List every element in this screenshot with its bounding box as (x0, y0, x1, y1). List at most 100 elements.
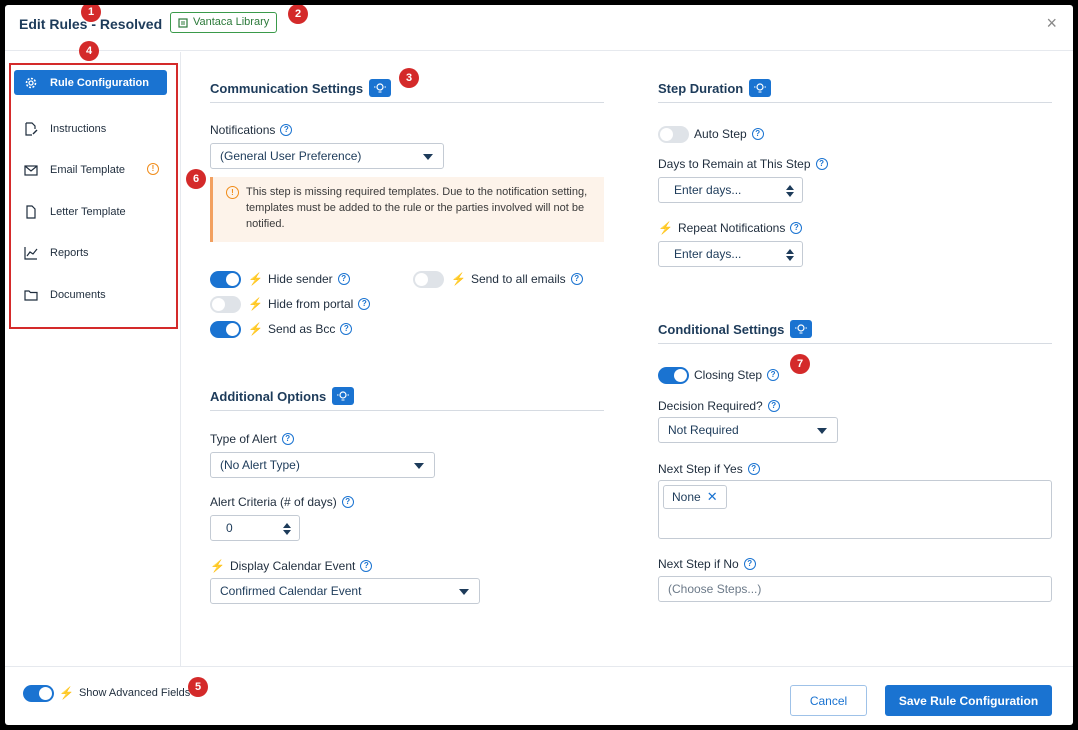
sidebar-item-label: Documents (50, 288, 106, 301)
modal-footer: ⚡ Show Advanced Fields Cancel Save Rule C… (5, 666, 1073, 725)
close-icon[interactable]: × (1046, 13, 1057, 34)
next-step-no-multiselect[interactable]: (Choose Steps...) (658, 576, 1052, 602)
section-title-text: Conditional Settings (658, 321, 785, 337)
label-text: Days to Remain at This Step (658, 157, 811, 171)
select-value: Confirmed Calendar Event (220, 584, 362, 598)
toggle-text: Hide sender (267, 272, 333, 286)
lightbulb-icon[interactable] (749, 79, 772, 97)
help-icon[interactable]: ? (360, 560, 373, 572)
step-duration-title: Step Duration (658, 79, 772, 97)
help-icon[interactable]: ? (743, 558, 756, 570)
stepper-value: 0 (226, 521, 233, 535)
send-as-bcc-toggle[interactable] (210, 321, 241, 338)
help-icon[interactable]: ? (340, 323, 353, 335)
sidebar-item-instructions[interactable]: Instructions (14, 116, 167, 141)
bolt-icon: ⚡ (658, 221, 673, 235)
help-icon[interactable]: ? (280, 124, 293, 136)
help-icon[interactable]: ? (767, 400, 780, 412)
repeat-notifications-label: ⚡ Repeat Notifications? (658, 221, 803, 235)
auto-step-toggle[interactable] (658, 126, 689, 143)
lightbulb-icon[interactable] (332, 387, 355, 405)
show-advanced-fields-toggle[interactable] (23, 685, 54, 702)
lightbulb-icon[interactable] (790, 320, 813, 338)
sidebar-item-label: Reports (50, 246, 89, 259)
alert-criteria-stepper[interactable]: 0 (210, 515, 300, 541)
hide-from-portal-toggle[interactable] (210, 296, 241, 313)
bolt-icon: ⚡ (248, 297, 263, 311)
book-icon (178, 17, 188, 28)
label-text: Decision Required? (658, 399, 763, 413)
decision-required-select[interactable]: Not Required (658, 417, 838, 443)
sidebar-item-letter-template[interactable]: Letter Template (14, 199, 167, 224)
selected-chip: None ✕ (663, 485, 727, 509)
stepper-placeholder: Enter days... (674, 247, 742, 261)
help-icon[interactable]: ? (751, 128, 764, 140)
help-icon[interactable]: ? (790, 222, 803, 234)
display-calendar-label: ⚡ Display Calendar Event? (210, 559, 373, 573)
caret-down-icon (414, 463, 424, 469)
marker-6: 6 (186, 169, 206, 189)
next-step-yes-label: Next Step if Yes? (658, 462, 760, 476)
auto-step-label: Auto Step? (694, 127, 764, 141)
closing-step-label: Closing Step? (694, 368, 780, 382)
vantaca-library-badge[interactable]: Vantaca Library (170, 12, 278, 33)
alert-criteria-label: Alert Criteria (# of days)? (210, 495, 354, 509)
save-rule-configuration-button[interactable]: Save Rule Configuration (885, 685, 1052, 716)
help-icon[interactable]: ? (281, 433, 294, 445)
marker-3: 3 (399, 68, 419, 88)
help-icon[interactable]: ? (747, 463, 760, 475)
marker-7: 7 (790, 354, 810, 374)
stepper-placeholder: Enter days... (674, 183, 742, 197)
bolt-icon: ⚡ (451, 272, 466, 286)
type-of-alert-select[interactable]: (No Alert Type) (210, 452, 435, 478)
sidebar-item-label: Email Template (50, 163, 125, 176)
notifications-label: Notifications? (210, 123, 293, 137)
stepper-arrows-icon[interactable] (786, 185, 794, 197)
section-title-text: Communication Settings (210, 80, 364, 96)
stepper-arrows-icon[interactable] (283, 523, 291, 535)
stepper-arrows-icon[interactable] (786, 249, 794, 261)
cancel-button[interactable]: Cancel (790, 685, 867, 716)
communication-settings-title: Communication Settings (210, 79, 392, 97)
help-icon[interactable]: ? (570, 273, 583, 285)
hide-sender-toggle[interactable] (210, 271, 241, 288)
send-to-all-emails-toggle[interactable] (413, 271, 444, 288)
caret-down-icon (459, 589, 469, 595)
edit-doc-icon (24, 121, 38, 136)
closing-step-toggle[interactable] (658, 367, 689, 384)
help-icon[interactable]: ? (767, 369, 780, 381)
help-icon[interactable]: ? (815, 158, 828, 170)
caret-down-icon (817, 428, 827, 434)
repeat-notifications-stepper[interactable]: Enter days... (658, 241, 803, 267)
calendar-event-select[interactable]: Confirmed Calendar Event (210, 578, 480, 604)
next-step-no-label: Next Step if No? (658, 557, 756, 571)
sidebar-item-label: Rule Configuration (50, 76, 149, 89)
caret-down-icon (423, 154, 433, 160)
type-of-alert-label: Type of Alert? (210, 432, 294, 446)
sidebar-item-email-template[interactable]: Email Template ! (14, 157, 167, 182)
notifications-select[interactable]: (General User Preference) (210, 143, 444, 169)
help-icon[interactable]: ? (337, 273, 350, 285)
sidebar-item-reports[interactable]: Reports (14, 240, 167, 265)
hide-from-portal-label: ⚡ Hide from portal? (248, 297, 371, 311)
envelope-icon (24, 163, 38, 177)
folder-icon (24, 288, 38, 302)
marker-2: 2 (288, 5, 308, 24)
days-remain-stepper[interactable]: Enter days... (658, 177, 803, 203)
help-icon[interactable]: ? (358, 298, 371, 310)
next-step-yes-multiselect[interactable]: None ✕ (658, 480, 1052, 539)
warning-icon: ! (226, 186, 239, 199)
bolt-icon: ⚡ (248, 322, 263, 336)
divider (210, 102, 604, 103)
library-badge-label: Vantaca Library (193, 16, 270, 28)
lightbulb-icon[interactable] (369, 79, 392, 97)
divider (658, 102, 1052, 103)
label-text: Next Step if No (658, 557, 739, 571)
marker-5: 5 (188, 677, 208, 697)
sidebar-item-rule-configuration[interactable]: Rule Configuration (14, 70, 167, 95)
warning-icon: ! (147, 163, 159, 175)
sidebar-item-documents[interactable]: Documents (14, 282, 167, 307)
label-text: Notifications (210, 123, 276, 137)
help-icon[interactable]: ? (341, 496, 354, 508)
remove-chip-icon[interactable]: ✕ (707, 489, 718, 505)
